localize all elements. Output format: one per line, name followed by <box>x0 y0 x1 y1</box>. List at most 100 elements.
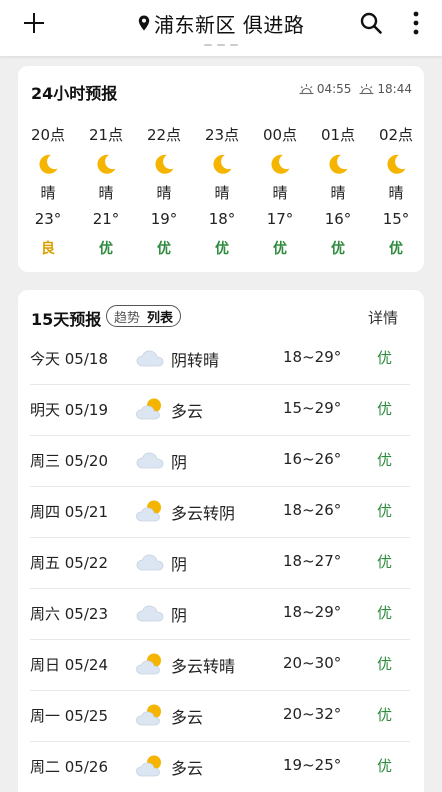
partly-cloudy-icon <box>136 755 161 777</box>
day-condition: 阴 <box>171 453 188 472</box>
hour-item: 21点 晴 21° 优 <box>76 124 136 264</box>
hourly-forecast-title: 24小时预报 <box>31 84 118 103</box>
hour-aqi: 良 <box>41 241 55 257</box>
sunset-time: 18:44 <box>377 82 412 96</box>
moon-icon <box>39 154 58 174</box>
day-temperature: 19~25° <box>283 756 342 774</box>
hour-temperature: 23° <box>34 210 62 228</box>
partly-cloudy-icon <box>136 704 161 726</box>
cloud-icon <box>136 452 164 469</box>
day-temperature: 20~32° <box>283 705 342 723</box>
day-date: 周二 05/26 <box>30 758 108 776</box>
day-row[interactable]: 周二 05/26 多云 19~25° 优 <box>18 742 424 792</box>
hour-time: 21点 <box>88 126 124 144</box>
day-date: 周六 05/23 <box>30 605 108 623</box>
day-temperature: 20~30° <box>283 654 342 672</box>
hour-aqi: 优 <box>273 241 287 257</box>
cloud-icon <box>136 605 164 622</box>
day-aqi: 优 <box>377 400 393 418</box>
day-row[interactable]: 今天 05/18 阴转晴 18~29° 优 <box>18 334 424 385</box>
day-condition: 阴 <box>171 555 188 574</box>
sunset-icon <box>359 83 374 94</box>
day-row[interactable]: 周日 05/24 多云转晴 20~30° 优 <box>18 640 424 691</box>
day-aqi: 优 <box>377 502 393 520</box>
day-temperature: 18~29° <box>283 603 342 621</box>
day-row[interactable]: 周四 05/21 多云转阴 18~26° 优 <box>18 487 424 538</box>
hour-temperature: 17° <box>266 210 294 228</box>
day-row[interactable]: 明天 05/19 多云 15~29° 优 <box>18 385 424 436</box>
day-row[interactable]: 周三 05/20 阴 16~26° 优 <box>18 436 424 487</box>
location-name: 浦东新区 俱进路 <box>154 12 305 37</box>
day-temperature: 15~29° <box>283 399 342 417</box>
hour-aqi: 优 <box>389 241 403 257</box>
sunrise-time: 04:55 <box>316 82 352 96</box>
hour-item: 23点 晴 18° 优 <box>192 124 252 264</box>
day-aqi: 优 <box>377 553 393 571</box>
daily-forecast-title: 15天预报 <box>31 310 102 329</box>
cloud-icon <box>136 350 164 367</box>
hour-condition: 晴 <box>388 184 404 202</box>
top-bar: 浦东新区 俱进路 <box>0 0 442 56</box>
day-row[interactable]: 周一 05/25 多云 20~32° 优 <box>18 691 424 742</box>
view-toggle[interactable]: 趋势 列表 <box>106 305 182 327</box>
day-temperature: 18~27° <box>283 552 342 570</box>
day-date: 周三 05/20 <box>30 452 108 470</box>
moon-icon <box>155 154 174 174</box>
day-condition: 多云转阴 <box>171 504 236 523</box>
day-temperature: 16~26° <box>283 450 342 468</box>
add-city-button[interactable] <box>22 10 48 36</box>
day-aqi: 优 <box>377 604 393 622</box>
more-menu-icon[interactable] <box>408 10 424 36</box>
hour-temperature: 18° <box>208 210 236 228</box>
hour-temperature: 19° <box>150 210 178 228</box>
hour-item: 22点 晴 19° 优 <box>134 124 194 264</box>
hour-aqi: 优 <box>215 241 229 257</box>
hour-item: 20点 晴 23° 良 <box>18 124 78 264</box>
hour-time: 01点 <box>320 126 356 144</box>
day-temperature: 18~26° <box>283 501 342 519</box>
location-title[interactable]: 浦东新区 俱进路 <box>138 9 304 37</box>
page-indicator <box>204 44 238 47</box>
day-aqi: 优 <box>377 349 393 367</box>
day-row[interactable]: 周六 05/23 阴 18~29° 优 <box>18 589 424 640</box>
location-pin-icon <box>138 15 150 31</box>
moon-icon <box>97 154 116 174</box>
day-aqi: 优 <box>377 757 393 775</box>
hour-time: 23点 <box>204 126 240 144</box>
search-icon[interactable] <box>359 11 383 35</box>
hourly-forecast-card: 24小时预报 04:55 18:44 20点 晴 23° 良 21点 晴 21°… <box>18 66 424 272</box>
hour-temperature: 15° <box>382 210 410 228</box>
hour-item: 00点 晴 17° 优 <box>250 124 310 264</box>
hour-temperature: 16° <box>324 210 352 228</box>
details-link[interactable]: 详情 <box>368 307 398 328</box>
day-date: 周五 05/22 <box>30 554 108 572</box>
hour-time: 20点 <box>30 126 66 144</box>
daily-list: 今天 05/18 阴转晴 18~29° 优 明天 05/19 多云 15~29°… <box>18 334 424 792</box>
day-aqi: 优 <box>377 655 393 673</box>
day-date: 明天 05/19 <box>30 401 108 419</box>
hour-aqi: 优 <box>331 241 345 257</box>
hour-time: 22点 <box>146 126 182 144</box>
hour-condition: 晴 <box>156 184 172 202</box>
hour-item: 01点 晴 16° 优 <box>308 124 368 264</box>
day-condition: 阴转晴 <box>171 351 220 370</box>
day-aqi: 优 <box>377 451 393 469</box>
day-condition: 多云 <box>171 708 204 727</box>
day-condition: 阴 <box>171 606 188 625</box>
hour-aqi: 优 <box>157 241 171 257</box>
hour-condition: 晴 <box>330 184 346 202</box>
hour-time: 00点 <box>262 126 298 144</box>
partly-cloudy-icon <box>136 398 161 420</box>
moon-icon <box>329 154 348 174</box>
day-date: 周日 05/24 <box>30 656 108 674</box>
hour-temperature: 21° <box>92 210 120 228</box>
toggle-trend[interactable]: 趋势 <box>114 307 140 326</box>
hourly-list[interactable]: 20点 晴 23° 良 21点 晴 21° 优 22点 晴 19° 优 23点 … <box>18 124 424 264</box>
day-row[interactable]: 周五 05/22 阴 18~27° 优 <box>18 538 424 589</box>
day-condition: 多云 <box>171 402 204 421</box>
hour-aqi: 优 <box>99 241 113 257</box>
partly-cloudy-icon <box>136 500 161 522</box>
toggle-list[interactable]: 列表 <box>147 307 173 326</box>
hour-time: 02点 <box>378 126 414 144</box>
hour-item: 02点 晴 15° 优 <box>366 124 426 264</box>
